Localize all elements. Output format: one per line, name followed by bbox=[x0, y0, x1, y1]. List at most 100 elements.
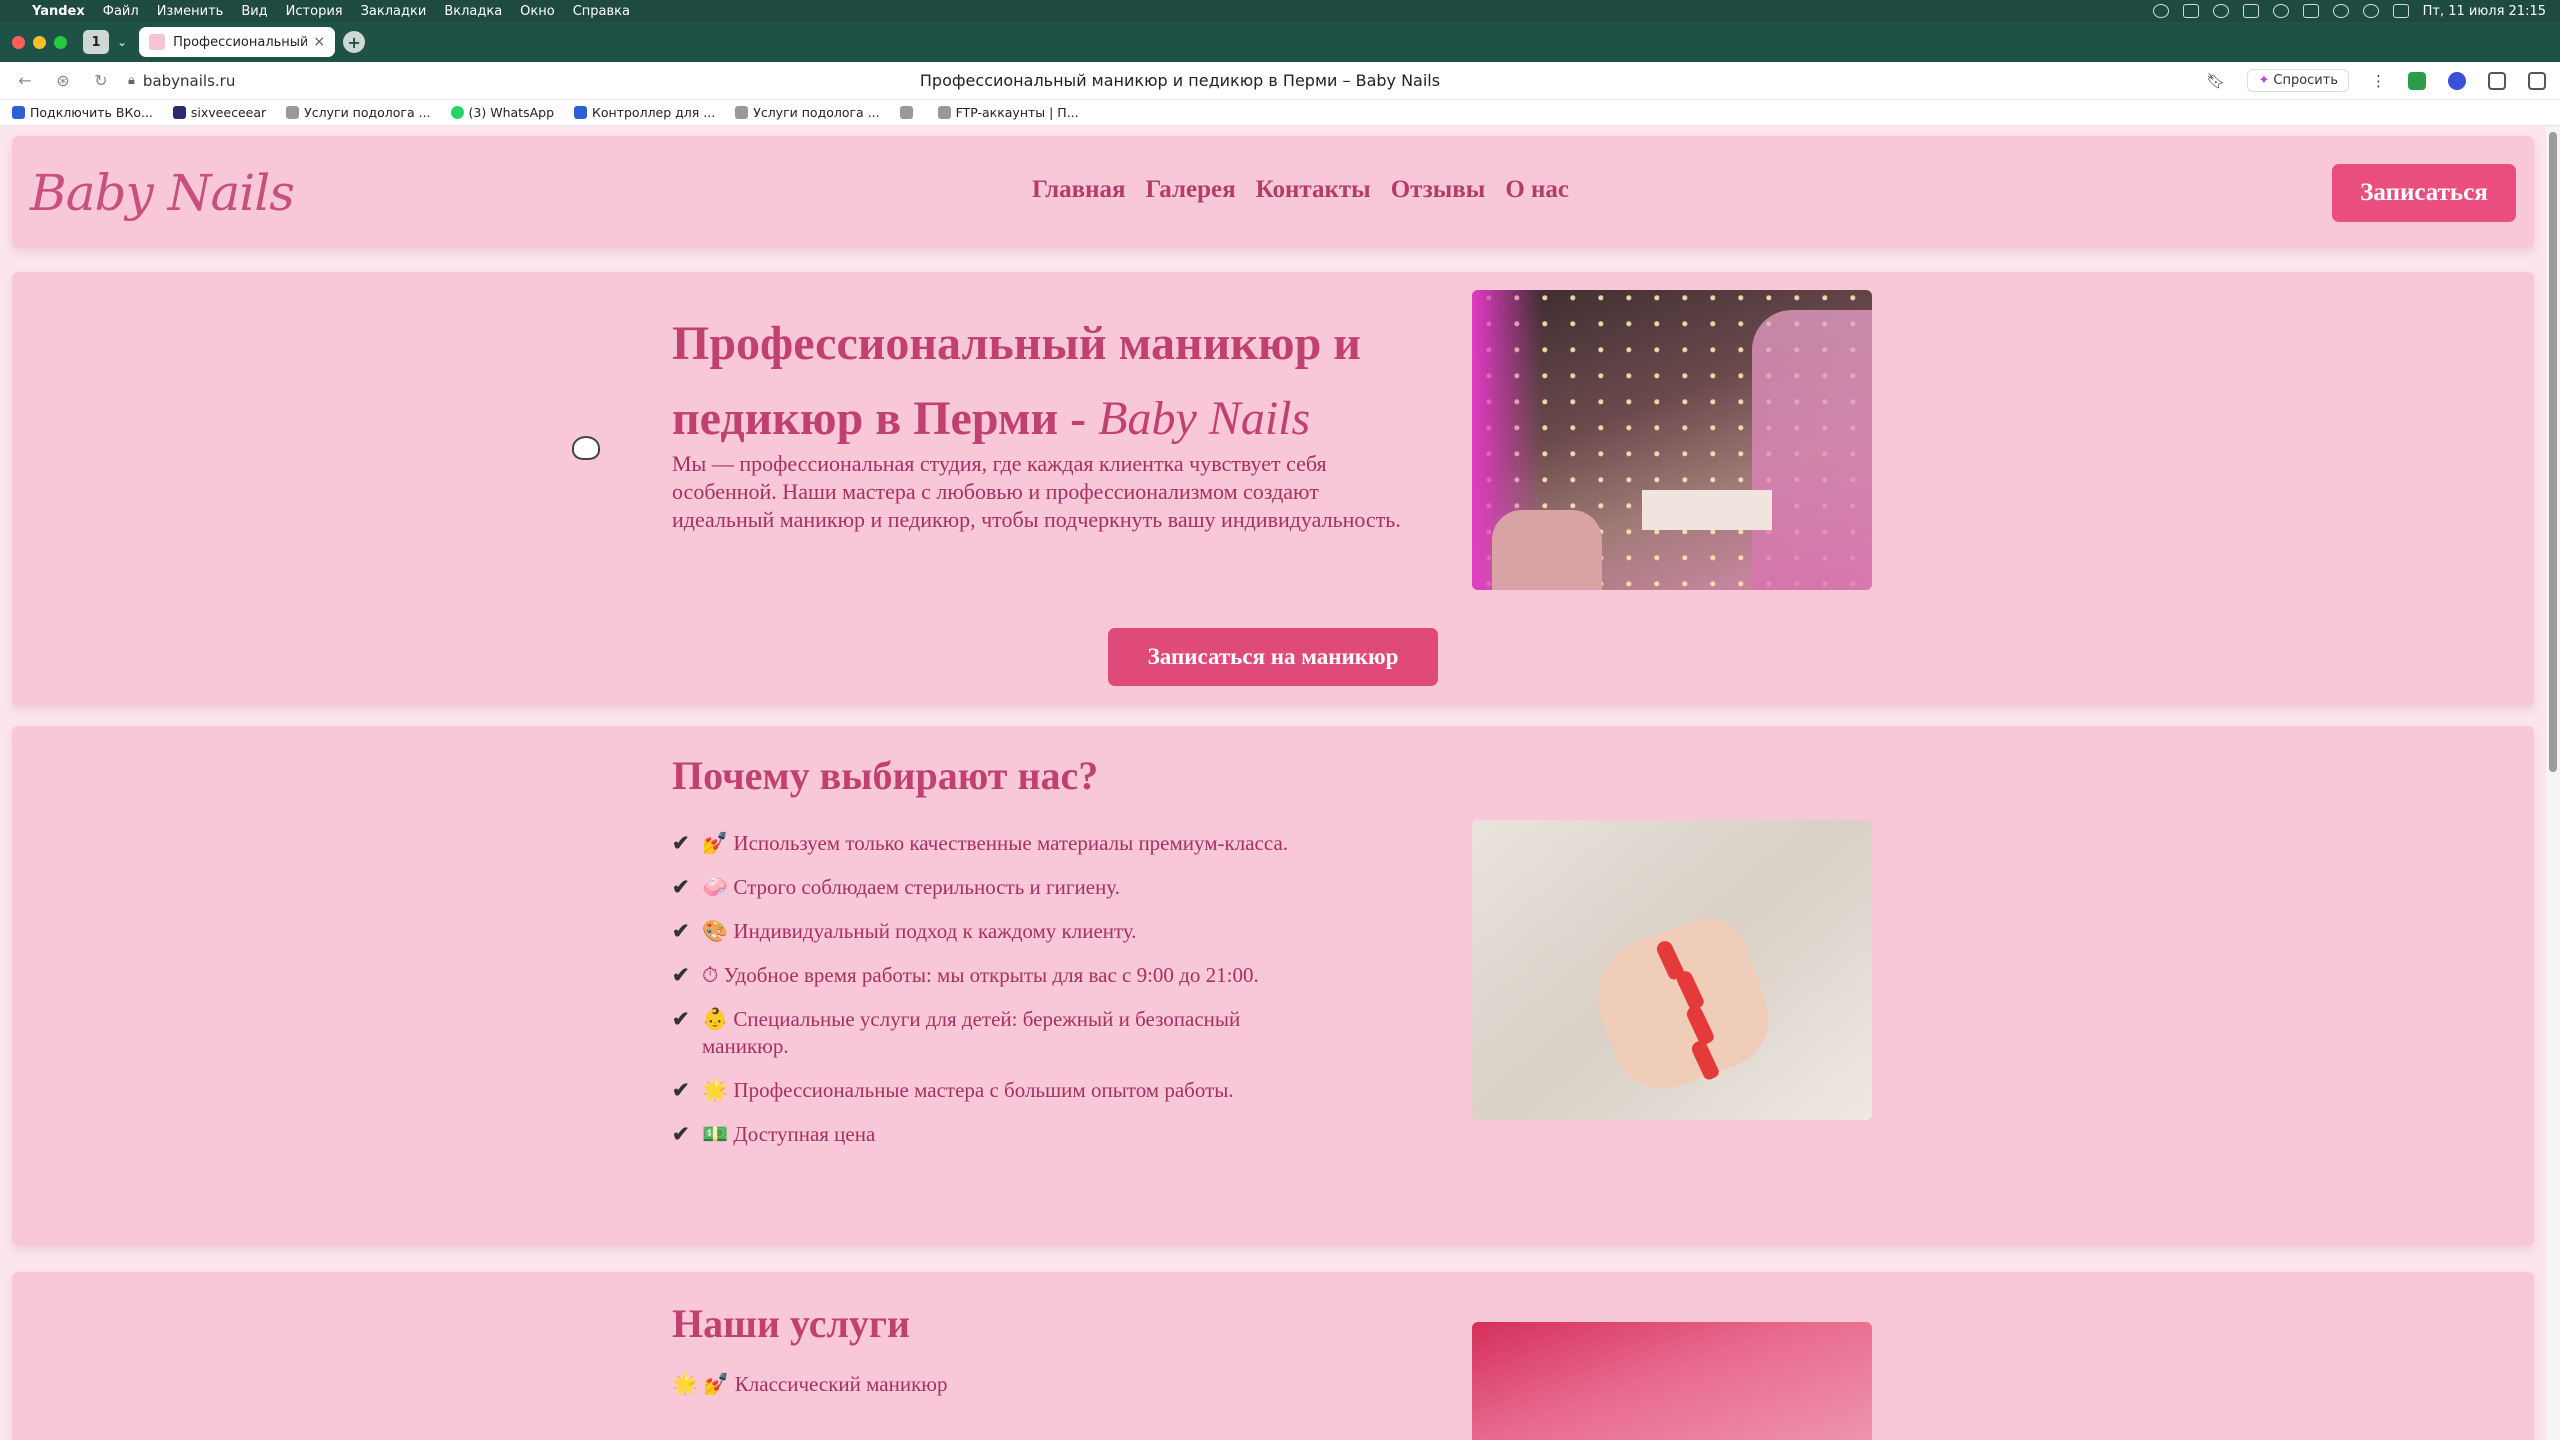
wifi-icon[interactable] bbox=[2332, 4, 2349, 18]
site-icon bbox=[574, 106, 588, 119]
list-item: ✔ 💵 Доступная цена bbox=[672, 1121, 1292, 1148]
reload-icon[interactable]: ↻ bbox=[90, 71, 112, 90]
book-manicure-button[interactable]: Записаться на маникюр bbox=[1108, 628, 1438, 686]
address-bar: ← ⊛ ↻ 🔒︎ babynails.ru Профессиональный м… bbox=[0, 62, 2560, 100]
nav-gallery[interactable]: Галерея bbox=[1146, 176, 1236, 204]
manicure-photo bbox=[1472, 820, 1872, 1120]
back-icon[interactable]: ← bbox=[14, 71, 36, 90]
system-menu-bar: Yandex Файл Изменить Вид История Закладк… bbox=[0, 0, 2560, 22]
menu-clock[interactable]: Пт, 11 июля 21:15 bbox=[2423, 4, 2546, 19]
page-scrollbar[interactable] bbox=[2546, 126, 2560, 1440]
feature-text: 💵 Доступная цена bbox=[702, 1122, 876, 1146]
menu-history[interactable]: История bbox=[286, 4, 343, 19]
check-icon: ✔ bbox=[672, 875, 690, 899]
link-icon bbox=[286, 106, 300, 119]
menu-edit[interactable]: Изменить bbox=[157, 4, 224, 19]
menu-tab[interactable]: Вкладка bbox=[444, 4, 502, 19]
hero-lead: Мы — профессиональная студия, где каждая… bbox=[672, 451, 1401, 532]
active-tab[interactable]: Профессиональный м × bbox=[139, 27, 336, 57]
fullscreen-window-icon[interactable] bbox=[54, 35, 67, 49]
status-icon[interactable] bbox=[2152, 4, 2169, 18]
close-tab-icon[interactable]: × bbox=[313, 34, 325, 50]
nav-contacts[interactable]: Контакты bbox=[1256, 176, 1371, 204]
tab-title: Профессиональный м bbox=[173, 34, 308, 50]
mouse-cursor-icon bbox=[572, 436, 600, 460]
headphones-icon[interactable] bbox=[2272, 4, 2289, 18]
list-item: ✔ 🧼 Строго соблюдаем стерильность и гигие… bbox=[672, 874, 1292, 901]
bookmark-label: Подключить ВКо... bbox=[30, 105, 153, 120]
search-icon[interactable] bbox=[2362, 4, 2379, 18]
bookmark-label: Услуги подолога ... bbox=[753, 105, 880, 120]
bookmark-item[interactable]: Подключить ВКо... bbox=[12, 105, 153, 120]
bookmark-label: Контроллер для ... bbox=[592, 105, 716, 120]
chevron-down-icon[interactable]: ⌄ bbox=[117, 35, 127, 49]
menu-window[interactable]: Окно bbox=[520, 4, 555, 19]
bookmark-item[interactable] bbox=[899, 106, 918, 119]
features-list: ✔ 💅 Используем только качественные матери… bbox=[672, 830, 1292, 1165]
services-section: Наши услуги 🌟 💅 Классический маникюр bbox=[12, 1272, 2534, 1440]
feature-text: 💅 Используем только качественные материа… bbox=[702, 831, 1289, 855]
link-icon bbox=[735, 106, 749, 119]
site-header: Baby Nails Главная Галерея Контакты Отзы… bbox=[12, 136, 2534, 248]
salon-photo bbox=[1472, 290, 1872, 590]
feature-text: 👶 Специальные услуги для детей: бережный… bbox=[702, 1007, 1241, 1058]
whatsapp-icon bbox=[450, 106, 464, 119]
menu-file[interactable]: Файл bbox=[103, 4, 139, 19]
nails-photo bbox=[1472, 1322, 1872, 1440]
minimize-window-icon[interactable] bbox=[33, 35, 46, 49]
nav-home[interactable]: Главная bbox=[1032, 176, 1126, 204]
nav-reviews[interactable]: Отзывы bbox=[1391, 176, 1486, 204]
tab-count-button[interactable]: 1 bbox=[83, 30, 109, 54]
site-nav: Главная Галерея Контакты Отзывы О нас bbox=[1032, 176, 1569, 204]
status-icon[interactable] bbox=[2182, 4, 2199, 18]
bookmark-item[interactable]: Контроллер для ... bbox=[574, 105, 715, 120]
ask-button[interactable]: ✦ Спросить bbox=[2247, 69, 2349, 92]
more-icon[interactable]: ⋮ bbox=[2371, 72, 2386, 90]
ask-label: Спросить bbox=[2273, 73, 2338, 88]
link-icon bbox=[937, 106, 951, 119]
bookmark-label: FTP-аккаунты | П... bbox=[955, 105, 1079, 120]
bookmark-item[interactable]: (3) WhatsApp bbox=[450, 105, 555, 120]
yandex-icon[interactable]: ⊛ bbox=[52, 71, 74, 90]
services-title: Наши услуги bbox=[672, 1301, 911, 1346]
bookmark-item[interactable]: Услуги подолога ... bbox=[735, 105, 880, 120]
book-button[interactable]: Записаться bbox=[2332, 164, 2516, 222]
new-tab-button[interactable]: + bbox=[343, 31, 366, 53]
lock-icon[interactable]: 🔒︎ bbox=[128, 73, 135, 88]
bookmark-item[interactable]: Услуги подолога ... bbox=[286, 105, 431, 120]
site-logo[interactable]: Baby Nails bbox=[30, 164, 295, 222]
status-icons: Пт, 11 июля 21:15 bbox=[2152, 4, 2546, 19]
scrollbar-thumb[interactable] bbox=[2549, 132, 2557, 772]
services-list: 🌟 💅 Классический маникюр bbox=[672, 1372, 947, 1415]
page-viewport: Baby Nails Главная Галерея Контакты Отзы… bbox=[0, 126, 2546, 1440]
extension-icon[interactable] bbox=[2448, 71, 2466, 90]
site-icon bbox=[172, 106, 186, 119]
bookmark-icon[interactable]: 🔖︎ bbox=[2206, 72, 2225, 90]
collections-icon[interactable] bbox=[2488, 71, 2506, 90]
feature-text: 🌟 Профессиональные мастера с большим опы… bbox=[702, 1078, 1234, 1102]
hero-title: Профессиональный маникюр и педикюр в Пер… bbox=[672, 306, 1432, 456]
bookmark-item[interactable]: FTP-аккаунты | П... bbox=[937, 105, 1079, 120]
bookmark-label: (3) WhatsApp bbox=[468, 105, 555, 120]
downloads-icon[interactable] bbox=[2528, 71, 2546, 90]
close-window-icon[interactable] bbox=[12, 35, 25, 49]
feature-text: 🎨 Индивидуальный подход к каждому клиент… bbox=[702, 919, 1137, 943]
check-icon: ✔ bbox=[672, 831, 690, 855]
status-icon[interactable] bbox=[2212, 4, 2229, 18]
favicon-icon bbox=[149, 34, 166, 50]
menu-app-name[interactable]: Yandex bbox=[32, 4, 85, 19]
menu-help[interactable]: Справка bbox=[573, 4, 630, 19]
keyboard-layout-icon[interactable] bbox=[2302, 4, 2319, 18]
list-item: ✔ 👶 Специальные услуги для детей: бережны… bbox=[672, 1006, 1292, 1060]
url-input[interactable]: babynails.ru bbox=[143, 72, 443, 90]
bookmark-item[interactable]: sixveeceear bbox=[172, 105, 266, 120]
shield-icon[interactable] bbox=[2408, 71, 2426, 90]
document-icon bbox=[899, 106, 913, 119]
list-item: ✔ ⏱ Удобное время работы: мы открыты для … bbox=[672, 962, 1292, 989]
check-icon: ✔ bbox=[672, 919, 690, 943]
control-center-icon[interactable] bbox=[2392, 4, 2409, 18]
menu-bookmarks[interactable]: Закладки bbox=[361, 4, 427, 19]
menu-view[interactable]: Вид bbox=[241, 4, 267, 19]
nav-about[interactable]: О нас bbox=[1505, 176, 1569, 204]
status-icon[interactable] bbox=[2242, 4, 2259, 18]
